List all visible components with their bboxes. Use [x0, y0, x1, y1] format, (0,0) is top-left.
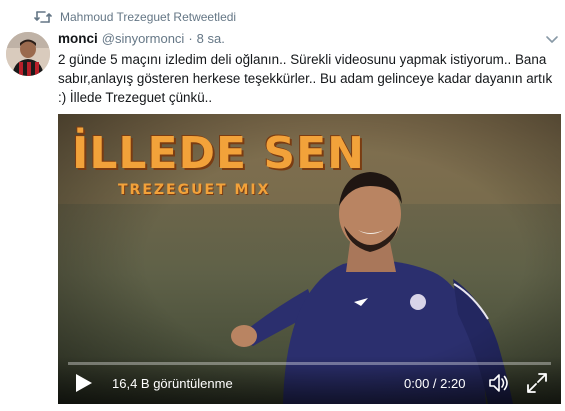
play-icon[interactable]: [72, 372, 94, 394]
author-name[interactable]: monci: [58, 31, 98, 46]
tweet-text-line: :) İllede Trezeguet çünkü..: [58, 90, 213, 105]
video-time: 0:00 / 2:20: [404, 376, 466, 391]
tweet-timestamp[interactable]: 8 sa.: [197, 31, 225, 46]
fullscreen-icon[interactable]: [526, 372, 548, 394]
retweet-icon: [34, 11, 52, 23]
retweet-label[interactable]: Mahmoud Trezeguet Retweetledi: [60, 10, 236, 24]
avatar-image: [6, 32, 50, 76]
progress-bar[interactable]: [68, 362, 551, 365]
tweet-text: 2 günde 5 maçını izledim deli oğlanın.. …: [58, 50, 563, 107]
tweet-text-line: 2 günde 5 maçını izledim deli oğlanın.. …: [58, 52, 547, 67]
retweet-context[interactable]: Mahmoud Trezeguet Retweetledi: [34, 8, 236, 26]
volume-icon[interactable]: [488, 372, 510, 394]
video-overlay-subtitle: TREZEGUET MIX: [118, 182, 271, 198]
video-overlay-title: İLLEDE SEN: [72, 128, 365, 179]
view-count: 16,4 B görüntülenme: [112, 376, 233, 391]
tweet-header: monci @sinyormonci · 8 sa.: [58, 31, 225, 49]
author-handle[interactable]: @sinyormonci: [102, 31, 185, 46]
chevron-down-icon[interactable]: [545, 32, 559, 46]
video-player[interactable]: İLLEDE SEN TREZEGUET MIX 16,4 B görüntül…: [58, 114, 561, 404]
tweet-text-line: sabır,anlayış gösteren herkese teşekkürl…: [58, 71, 553, 86]
separator-dot: ·: [188, 31, 193, 46]
video-controls: 16,4 B görüntülenme 0:00 / 2:20: [58, 356, 561, 404]
avatar[interactable]: [6, 32, 50, 76]
